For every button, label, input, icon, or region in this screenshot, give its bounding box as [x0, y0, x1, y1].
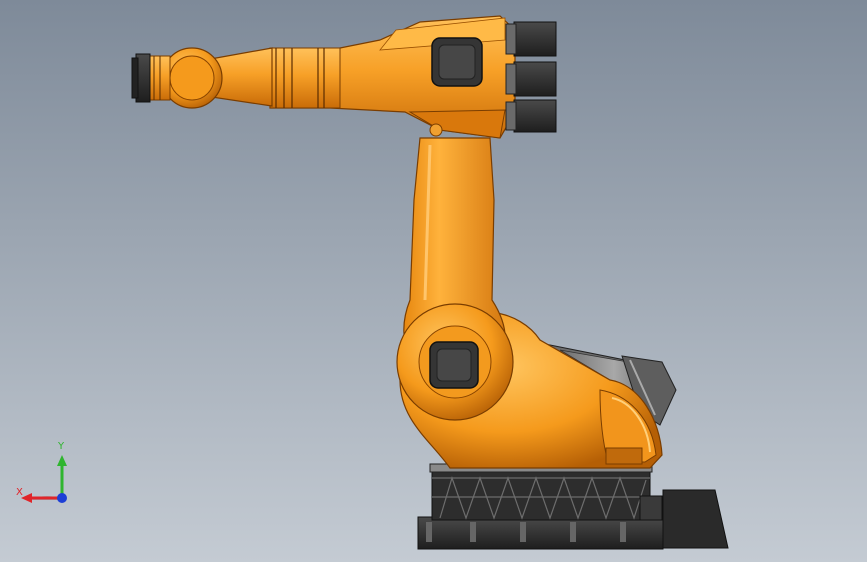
wrist-motors[interactable] [505, 21, 557, 133]
triad-graphic [21, 455, 67, 503]
graphics-viewport[interactable]: X Y [0, 0, 867, 562]
robot-upper-arm[interactable] [269, 15, 516, 139]
shoulder-motor-icon [429, 341, 479, 389]
tool-flange[interactable] [131, 53, 151, 103]
robot-base[interactable] [417, 463, 729, 550]
triad-y-label: Y [58, 441, 65, 452]
triad-x-label: X [16, 487, 23, 498]
robot-forearm[interactable] [147, 47, 273, 109]
robot-model[interactable] [0, 0, 867, 562]
reference-triad[interactable]: X Y [10, 440, 80, 510]
